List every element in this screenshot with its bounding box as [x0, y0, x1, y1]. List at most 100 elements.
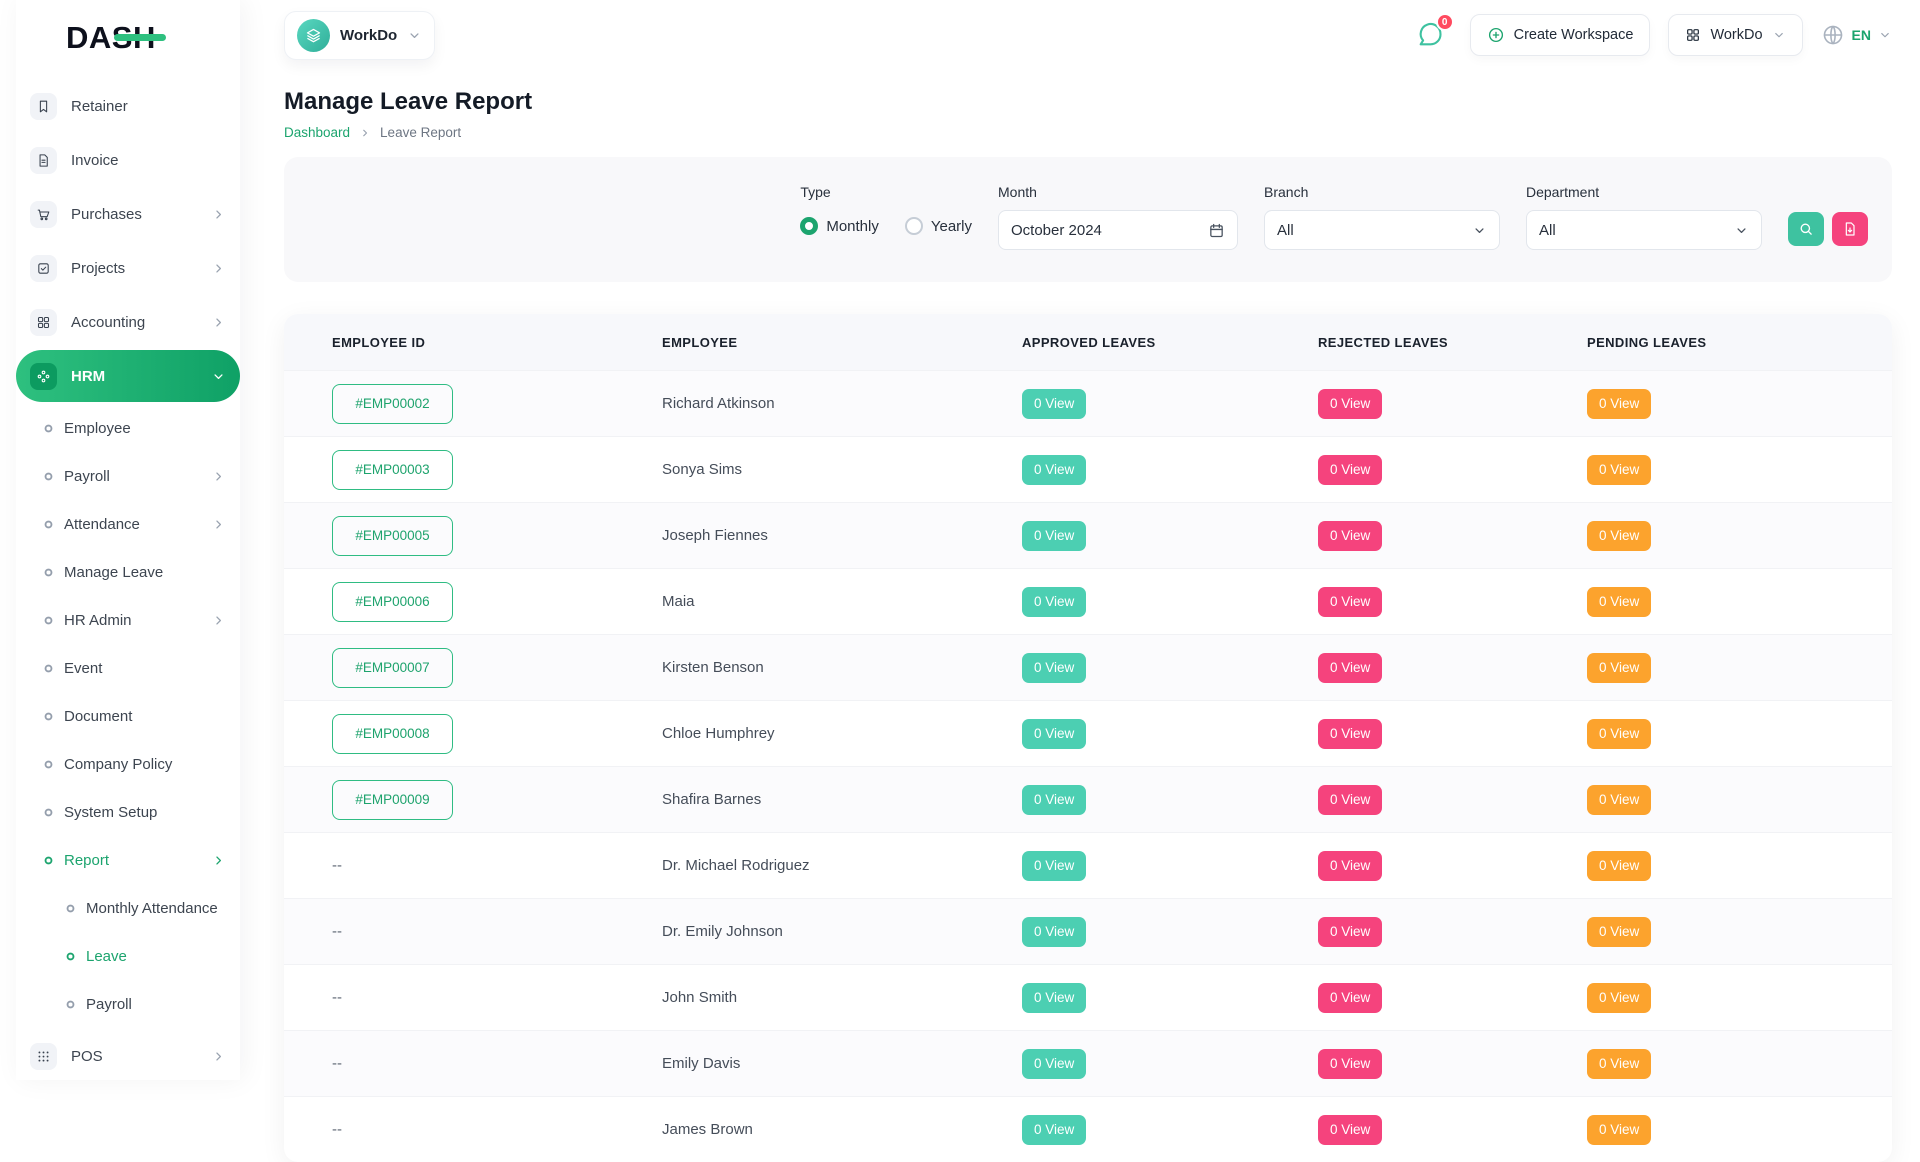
- workspace-selector[interactable]: WorkDo: [284, 11, 435, 60]
- branch-select[interactable]: All: [1264, 210, 1500, 250]
- rejected-view-badge[interactable]: 0 View: [1318, 719, 1382, 749]
- pending-view-badge[interactable]: 0 View: [1587, 653, 1651, 683]
- sidebar-item-purchases[interactable]: Purchases: [16, 188, 240, 240]
- sidebar-item-accounting[interactable]: Accounting: [16, 296, 240, 348]
- rejected-view-badge[interactable]: 0 View: [1318, 653, 1382, 683]
- rejected-view-badge[interactable]: 0 View: [1318, 389, 1382, 419]
- sidebar-item-report[interactable]: Report: [16, 836, 240, 884]
- search-button[interactable]: [1788, 212, 1824, 246]
- main-content: Manage Leave Report Dashboard Leave Repo…: [284, 70, 1892, 1162]
- approved-view-badge[interactable]: 0 View: [1022, 587, 1086, 617]
- pending-view-badge[interactable]: 0 View: [1587, 983, 1651, 1013]
- approved-view-badge[interactable]: 0 View: [1022, 917, 1086, 947]
- sidebar-item-projects[interactable]: Projects: [16, 242, 240, 294]
- table-row: #EMP00006Maia0 View0 View0 View: [284, 568, 1892, 634]
- sidebar-item-retainer[interactable]: Retainer: [16, 80, 240, 132]
- rejected-view-badge[interactable]: 0 View: [1318, 587, 1382, 617]
- sidebar-item-system-setup[interactable]: System Setup: [16, 788, 240, 836]
- sidebar-item-payroll[interactable]: Payroll: [16, 980, 240, 1028]
- pending-view-badge[interactable]: 0 View: [1587, 719, 1651, 749]
- employee-id-button[interactable]: #EMP00006: [332, 582, 453, 622]
- pending-view-cell: 0 View: [1587, 587, 1892, 617]
- month-input[interactable]: October 2024: [998, 210, 1238, 250]
- pending-view-badge[interactable]: 0 View: [1587, 851, 1651, 881]
- rejected-view-badge[interactable]: 0 View: [1318, 521, 1382, 551]
- approved-view-badge[interactable]: 0 View: [1022, 785, 1086, 815]
- bullet-ring-icon: [42, 566, 55, 579]
- approved-view-badge[interactable]: 0 View: [1022, 1049, 1086, 1079]
- rejected-view-cell: 0 View: [1318, 455, 1587, 485]
- approved-view-cell: 0 View: [1022, 521, 1318, 551]
- table-row: --Dr. Emily Johnson0 View0 View0 View: [284, 898, 1892, 964]
- sidebar-item-event[interactable]: Event: [16, 644, 240, 692]
- sidebar-item-label: HR Admin: [64, 612, 132, 629]
- sidebar-item-label: Monthly Attendance: [86, 900, 218, 917]
- rejected-view-badge[interactable]: 0 View: [1318, 455, 1382, 485]
- pending-view-badge[interactable]: 0 View: [1587, 587, 1651, 617]
- pending-view-badge[interactable]: 0 View: [1587, 785, 1651, 815]
- sidebar-item-company-policy[interactable]: Company Policy: [16, 740, 240, 788]
- sidebar-item-pos[interactable]: POS: [16, 1030, 240, 1080]
- export-button[interactable]: [1832, 212, 1868, 246]
- sidebar-item-manage-leave[interactable]: Manage Leave: [16, 548, 240, 596]
- sidebar-item-invoice[interactable]: Invoice: [16, 134, 240, 186]
- employee-id-button[interactable]: #EMP00007: [332, 648, 453, 688]
- approved-view-badge[interactable]: 0 View: [1022, 719, 1086, 749]
- sidebar-item-monthly-attendance[interactable]: Monthly Attendance: [16, 884, 240, 932]
- sidebar-item-hrm[interactable]: HRM: [16, 350, 240, 402]
- language-selector[interactable]: EN: [1821, 23, 1892, 47]
- sidebar-item-leave[interactable]: Leave: [16, 932, 240, 980]
- employee-name: James Brown: [662, 1121, 1022, 1138]
- sidebar-item-employee[interactable]: Employee: [16, 404, 240, 452]
- department-select[interactable]: All: [1526, 210, 1762, 250]
- chevron-right-icon: [211, 1049, 226, 1064]
- pending-view-badge[interactable]: 0 View: [1587, 455, 1651, 485]
- create-workspace-label: Create Workspace: [1514, 27, 1634, 43]
- sidebar-item-attendance[interactable]: Attendance: [16, 500, 240, 548]
- rejected-view-badge[interactable]: 0 View: [1318, 917, 1382, 947]
- page-title: Manage Leave Report: [284, 88, 1892, 116]
- pending-view-badge[interactable]: 0 View: [1587, 521, 1651, 551]
- rejected-view-badge[interactable]: 0 View: [1318, 983, 1382, 1013]
- app-logo[interactable]: DASH: [66, 20, 156, 56]
- employee-name: Joseph Fiennes: [662, 527, 1022, 544]
- approved-view-badge[interactable]: 0 View: [1022, 389, 1086, 419]
- chevron-right-icon: [211, 613, 226, 628]
- breadcrumb-dashboard-link[interactable]: Dashboard: [284, 125, 350, 140]
- pending-view-badge[interactable]: 0 View: [1587, 917, 1651, 947]
- sidebar-item-payroll[interactable]: Payroll: [16, 452, 240, 500]
- approved-view-badge[interactable]: 0 View: [1022, 455, 1086, 485]
- approved-view-badge[interactable]: 0 View: [1022, 653, 1086, 683]
- workspace-menu-button[interactable]: WorkDo: [1668, 14, 1802, 56]
- pending-view-badge[interactable]: 0 View: [1587, 1049, 1651, 1079]
- radio-yearly[interactable]: Yearly: [905, 217, 972, 235]
- sidebar-item-hr-admin[interactable]: HR Admin: [16, 596, 240, 644]
- approved-view-badge[interactable]: 0 View: [1022, 983, 1086, 1013]
- sidebar-item-document[interactable]: Document: [16, 692, 240, 740]
- employee-id-button[interactable]: #EMP00009: [332, 780, 453, 820]
- messages-button[interactable]: 0: [1416, 21, 1444, 49]
- radio-monthly[interactable]: Monthly: [800, 217, 879, 235]
- sidebar-item-label: Invoice: [71, 152, 119, 169]
- rejected-view-badge[interactable]: 0 View: [1318, 1115, 1382, 1145]
- pending-view-badge[interactable]: 0 View: [1587, 1115, 1651, 1145]
- approved-view-badge[interactable]: 0 View: [1022, 1115, 1086, 1145]
- pending-view-badge[interactable]: 0 View: [1587, 389, 1651, 419]
- employee-id-button[interactable]: #EMP00008: [332, 714, 453, 754]
- create-workspace-button[interactable]: Create Workspace: [1470, 14, 1651, 56]
- branch-label: Branch: [1264, 184, 1500, 200]
- employee-id-button[interactable]: #EMP00002: [332, 384, 453, 424]
- approved-view-cell: 0 View: [1022, 851, 1318, 881]
- rejected-view-badge[interactable]: 0 View: [1318, 1049, 1382, 1079]
- employee-id-button[interactable]: #EMP00003: [332, 450, 453, 490]
- approved-view-badge[interactable]: 0 View: [1022, 851, 1086, 881]
- pending-view-cell: 0 View: [1587, 785, 1892, 815]
- approved-view-badge[interactable]: 0 View: [1022, 521, 1086, 551]
- rejected-view-badge[interactable]: 0 View: [1318, 851, 1382, 881]
- employee-id-button[interactable]: #EMP00005: [332, 516, 453, 556]
- rejected-view-cell: 0 View: [1318, 1115, 1587, 1145]
- table-row: --John Smith0 View0 View0 View: [284, 964, 1892, 1030]
- rejected-view-badge[interactable]: 0 View: [1318, 785, 1382, 815]
- approved-view-cell: 0 View: [1022, 983, 1318, 1013]
- sidebar-item-label: Leave: [86, 948, 127, 965]
